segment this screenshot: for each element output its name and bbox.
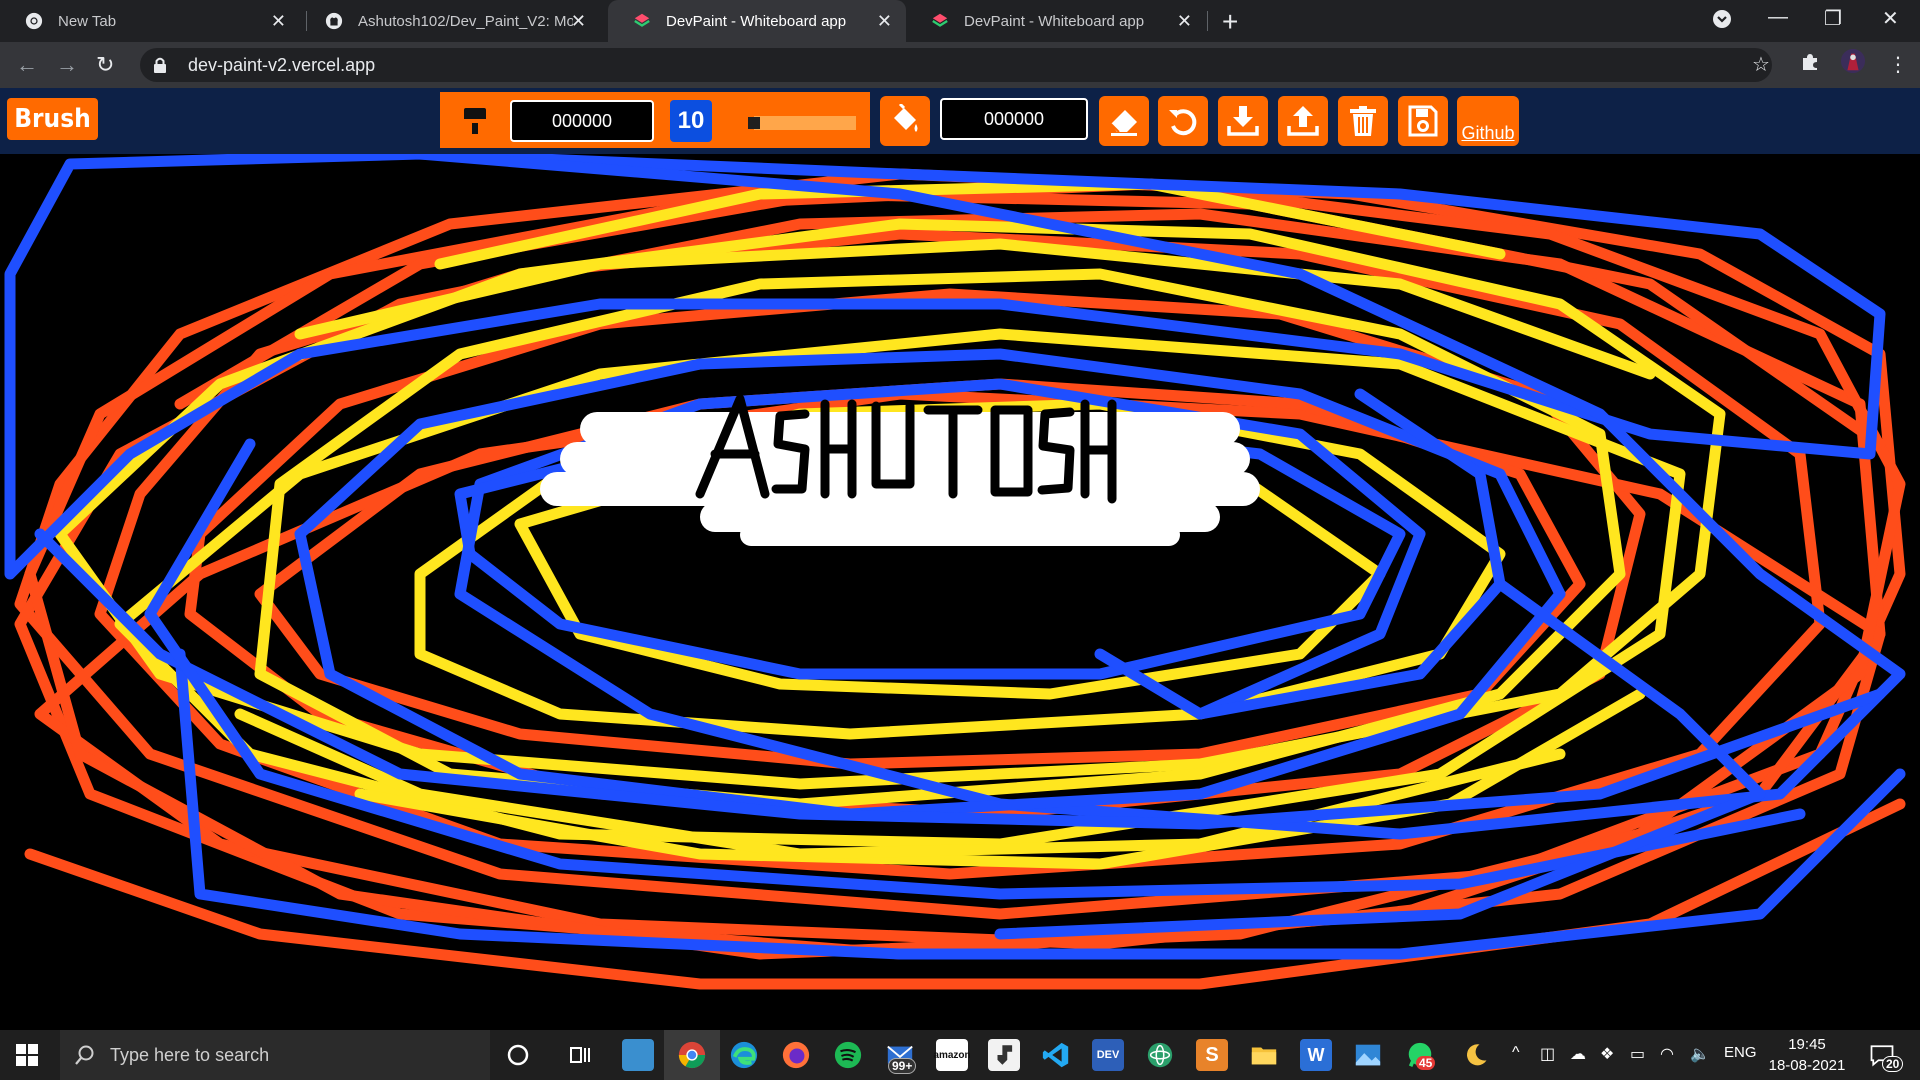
mode-label[interactable]: Brush [7,98,98,140]
profile-avatar-icon[interactable] [1840,48,1866,80]
language-indicator[interactable]: ENG [1724,1044,1757,1061]
drawing-canvas[interactable] [0,154,1920,1030]
tab-title: New Tab [58,12,117,30]
vscode-icon[interactable] [1040,1039,1072,1071]
sublime-icon[interactable]: S [1196,1039,1228,1071]
close-window-icon[interactable]: ✕ [1882,6,1899,31]
minimize-icon[interactable]: — [1768,6,1788,29]
eraser-button[interactable] [1099,96,1149,146]
volume-icon[interactable]: 🔈 [1690,1044,1710,1064]
spotify-icon[interactable] [832,1039,864,1071]
paint-brush-icon[interactable] [462,106,488,136]
chrome-icon [24,11,44,31]
eraser-icon [1110,110,1137,136]
paint-bucket-button[interactable] [880,96,930,146]
paint-bucket-icon [894,104,918,132]
close-icon[interactable]: ✕ [571,11,586,32]
tab-devpaint[interactable]: DevPaint - Whiteboard app ✕ [906,0,1206,42]
back-icon[interactable]: ← [16,52,38,78]
photos-icon[interactable] [1352,1039,1384,1071]
amazon-icon[interactable]: amazon [933,1039,971,1071]
bookmark-star-icon[interactable]: ☆ [1752,52,1770,77]
taskbar-clock[interactable]: 19:45 18-08-2021 [1764,1034,1850,1076]
maximize-icon[interactable]: ❐ [1824,6,1842,31]
notification-count: 20 [1882,1056,1904,1072]
dropbox-icon[interactable]: ❖ [1600,1044,1614,1064]
brush-tool-panel: 000000 10 [440,92,870,148]
github-link[interactable]: Github [1457,96,1519,146]
word-icon[interactable]: W [1300,1039,1332,1071]
chrome-taskbar-icon[interactable] [676,1039,708,1071]
firefox-icon[interactable] [780,1039,812,1071]
meet-now-icon[interactable]: ◫ [1540,1044,1555,1064]
windows-start-icon[interactable] [16,1044,38,1066]
save-icon [1408,105,1438,137]
whatsapp-badge: 45 [1416,1056,1436,1070]
tab-title: Ashutosh102/Dev_Paint_V2: Mor [358,12,573,30]
clock-time: 19:45 [1788,1036,1826,1053]
trash-icon [1350,106,1376,136]
forward-icon[interactable]: → [56,52,78,78]
cortana-icon[interactable] [502,1039,534,1071]
fill-color-input[interactable]: 000000 [940,98,1088,140]
download-button[interactable] [1218,96,1268,146]
address-bar[interactable]: dev-paint-v2.vercel.app [140,48,1772,82]
devpaint-icon [632,11,652,31]
search-icon [75,1045,94,1065]
tab-devpaint-active[interactable]: DevPaint - Whiteboard app ✕ [608,0,906,42]
tab-title: DevPaint - Whiteboard app [964,12,1145,30]
devpaint-toolbar: Brush 000000 10 000000 Github [0,88,1920,154]
save-button[interactable] [1398,96,1448,146]
undo-icon [1169,109,1197,136]
lock-icon [154,57,166,73]
brush-color-input[interactable]: 000000 [510,100,654,142]
slider-thumb[interactable] [747,117,760,129]
onedrive-icon[interactable]: ☁ [1570,1044,1586,1064]
tab-github[interactable]: Ashutosh102/Dev_Paint_V2: Mor ✕ [300,0,600,42]
new-tab-plus-icon[interactable]: + [1222,6,1238,38]
dino-game-icon[interactable] [988,1039,1020,1071]
download-icon [1227,106,1259,136]
undo-button[interactable] [1158,96,1208,146]
github-icon [324,11,344,31]
tab-search-icon[interactable] [1712,9,1732,35]
menu-kebab-icon[interactable]: ⋮ [1888,52,1908,77]
brush-size-slider[interactable] [728,116,856,130]
tab-title: DevPaint - Whiteboard app [666,12,847,30]
tray-chevron-up-icon[interactable]: ^ [1512,1044,1520,1062]
extensions-puzzle-icon[interactable] [1800,52,1820,78]
close-icon[interactable]: ✕ [1177,11,1192,32]
brush-size-value: 10 [670,100,712,142]
wifi-icon[interactable]: ◠ [1660,1044,1674,1064]
close-icon[interactable]: ✕ [877,11,892,32]
canvas-drawing [4,154,1906,990]
weather-moon-icon[interactable] [1460,1039,1492,1071]
search-placeholder: Type here to search [110,1044,270,1065]
battery-icon[interactable]: ▭ [1630,1044,1645,1064]
browser-tab-strip: New Tab ✕ Ashutosh102/Dev_Paint_V2: Mor … [0,0,1920,42]
clear-canvas-button[interactable] [1338,96,1388,146]
dev-to-icon[interactable]: DEV [1092,1039,1124,1071]
browser-toolbar: ← → ↻ dev-paint-v2.vercel.app ☆ ⋮ [0,42,1920,88]
white-highlight [540,412,1260,546]
close-icon[interactable]: ✕ [271,11,286,32]
taskbar-search-input[interactable]: Type here to search [60,1030,490,1080]
file-explorer-icon[interactable] [1248,1039,1280,1071]
mail-badge: 99+ [888,1058,917,1074]
edge-icon[interactable] [728,1039,760,1071]
upload-button[interactable] [1278,96,1328,146]
devpaint-icon [930,11,950,31]
atom-icon[interactable] [1144,1039,1176,1071]
url-text: dev-paint-v2.vercel.app [188,54,376,75]
task-view-icon[interactable] [564,1039,596,1071]
tab-separator [1207,11,1208,31]
tab-new-tab[interactable]: New Tab ✕ [0,0,300,42]
reload-icon[interactable]: ↻ [96,52,114,78]
clock-date: 18-08-2021 [1768,1057,1846,1074]
upload-icon [1287,106,1319,136]
windows-taskbar: Type here to search 99+ amazon DEV S W 4… [0,1030,1920,1080]
desktop-app-icon[interactable] [622,1039,654,1071]
